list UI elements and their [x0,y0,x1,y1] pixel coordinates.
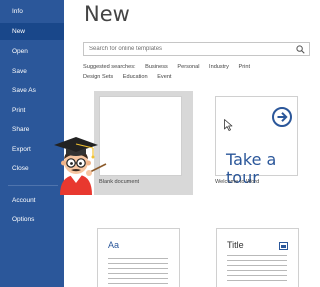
suggested-link-personal[interactable]: Personal [177,64,199,70]
picture-icon [279,242,288,250]
template-card-title-document[interactable]: Title [216,228,299,287]
text-line [108,283,168,284]
blank-document-preview[interactable] [99,96,182,176]
sidebar-item-save[interactable]: Save [0,63,64,80]
sidebar-divider [8,185,58,186]
template-label-welcome-to-word: Welcome to Word [215,179,260,185]
template-preview-heading: Title [227,240,244,250]
page-title: New [84,2,130,26]
sidebar-item-print[interactable]: Print [0,102,64,119]
text-line [227,260,287,261]
suggested-link-business[interactable]: Business [145,64,168,70]
sidebar-item-open[interactable]: Open [0,43,64,60]
search-icon[interactable] [296,45,305,54]
suggested-link-event[interactable]: Event [157,74,171,80]
text-line [108,263,168,264]
mouse-cursor-icon [224,119,233,131]
template-card-welcome-to-word[interactable]: Take a tour [215,96,298,186]
text-line [108,273,168,274]
text-line [227,275,287,276]
template-preview-heading: Aa [108,240,120,250]
suggested-link-industry[interactable]: Industry [209,64,229,70]
suggested-searches-row-2: Design Sets Education Event [83,74,172,80]
search-input[interactable] [84,43,294,55]
suggested-searches: Suggested searches: Business Personal In… [83,64,250,70]
text-line [227,255,287,256]
suggested-link-print[interactable]: Print [239,64,251,70]
text-line [227,270,287,271]
arrow-right-circle-icon [272,107,292,127]
suggested-link-design-sets[interactable]: Design Sets [83,74,113,80]
teacher-mascot-illustration [54,137,107,195]
template-search-box[interactable] [83,42,310,56]
text-line [227,280,287,281]
text-line [227,265,287,266]
tour-preview-text-line-1: Take a [226,150,277,169]
sidebar-item-save-as[interactable]: Save As [0,82,64,99]
sidebar-item-options[interactable]: Options [0,211,64,228]
sidebar-item-info[interactable]: Info [0,3,64,20]
text-line [108,268,168,269]
sidebar-item-new[interactable]: New [0,23,64,40]
text-line [108,278,168,279]
template-card-aa-document[interactable]: Aa [97,228,180,287]
suggested-link-education[interactable]: Education [123,74,148,80]
text-line [108,258,168,259]
suggested-searches-label: Suggested searches: [83,64,136,70]
